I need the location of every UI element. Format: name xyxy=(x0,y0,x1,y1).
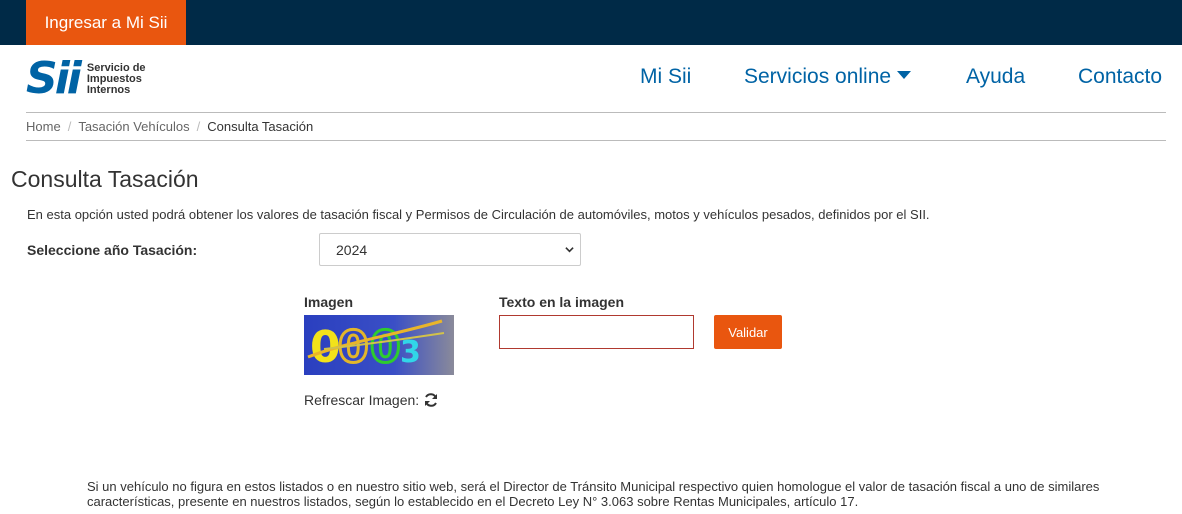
breadcrumb-separator: / xyxy=(196,119,201,134)
nav-item-ayuda[interactable]: Ayuda xyxy=(966,65,1025,89)
breadcrumb-home[interactable]: Home xyxy=(26,119,61,134)
breadcrumb-separator: / xyxy=(67,119,72,134)
breadcrumb-tasacion-vehiculos[interactable]: Tasación Vehículos xyxy=(78,119,189,134)
refresh-captcha: Refrescar Imagen: xyxy=(304,392,439,408)
nav-item-servicios-online[interactable]: Servicios online xyxy=(744,65,912,89)
main-nav: Mi Sii Servicios online Ayuda Contacto xyxy=(0,62,1182,92)
footer-note: Si un vehículo no figura en estos listad… xyxy=(87,479,1100,509)
captcha-image: 0 0 0 3 xyxy=(304,315,454,375)
nav-item-mi-sii[interactable]: Mi Sii xyxy=(640,65,691,89)
validate-button[interactable]: Validar xyxy=(714,315,782,349)
intro-text: En esta opción usted podrá obtener los v… xyxy=(27,207,930,222)
divider xyxy=(26,140,1166,141)
chevron-down-icon xyxy=(565,247,574,253)
login-button[interactable]: Ingresar a Mi Sii xyxy=(26,0,186,45)
nav-item-contacto[interactable]: Contacto xyxy=(1078,65,1162,89)
breadcrumb-current: Consulta Tasación xyxy=(207,119,314,134)
captcha-char: 3 xyxy=(400,335,421,370)
breadcrumb: Home / Tasación Vehículos / Consulta Tas… xyxy=(26,119,313,134)
caret-down-icon xyxy=(897,71,912,80)
refresh-label: Refrescar Imagen: xyxy=(304,392,420,408)
refresh-icon[interactable] xyxy=(423,392,439,408)
top-bar: Ingresar a Mi Sii xyxy=(0,0,1182,45)
year-select-value: 2024 xyxy=(336,241,368,258)
nav-item-label: Servicios online xyxy=(744,65,892,88)
year-select[interactable]: 2024 xyxy=(319,233,581,266)
divider xyxy=(26,112,1166,113)
page-title: Consulta Tasación xyxy=(11,166,199,192)
captcha-image-label: Imagen xyxy=(304,294,354,310)
year-label: Seleccione año Tasación: xyxy=(27,242,198,258)
captcha-char: 0 xyxy=(370,322,401,373)
captcha-text-label: Texto en la imagen xyxy=(499,294,624,310)
captcha-input[interactable] xyxy=(499,315,694,349)
